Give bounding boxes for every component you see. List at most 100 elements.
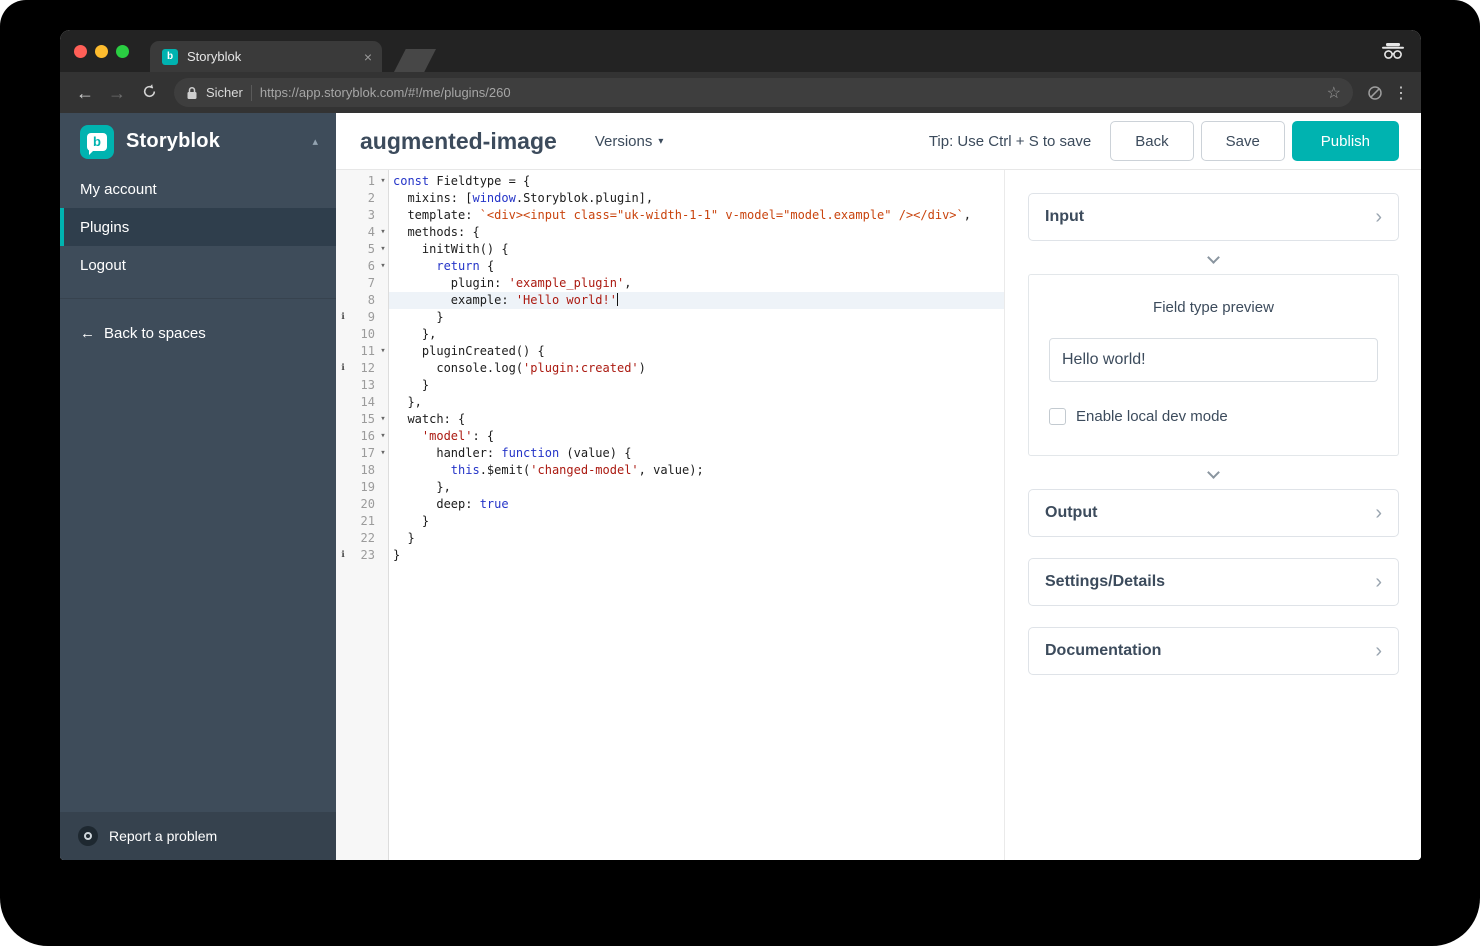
code-editor-rows: 1 ▾ const Fieldtype = {2 mixins: [window.S… xyxy=(336,173,1004,564)
code-line-text[interactable]: pluginCreated() { xyxy=(389,343,1004,360)
code-line-text[interactable]: }, xyxy=(389,326,1004,343)
back-button[interactable]: Back xyxy=(1110,121,1194,161)
line-number: 23 xyxy=(360,548,375,562)
editor-line[interactable]: 13 } xyxy=(336,377,1004,394)
editor-line[interactable]: 16 ▾ 'model': { xyxy=(336,428,1004,445)
editor-gutter-cell: 2 xyxy=(336,190,389,207)
code-line-text[interactable]: return { xyxy=(389,258,1004,275)
collapse-toggle[interactable] xyxy=(1028,456,1399,487)
code-line-text[interactable]: watch: { xyxy=(389,411,1004,428)
fold-arrow-icon[interactable]: ▾ xyxy=(377,428,389,445)
collapse-toggle[interactable] xyxy=(1028,241,1399,272)
back-to-spaces-link[interactable]: ← Back to spaces xyxy=(60,325,336,342)
code-line-text[interactable]: this.$emit('changed-model', value); xyxy=(389,462,1004,479)
browser-menu-icon[interactable]: ⋮ xyxy=(1393,83,1409,103)
browser-tab[interactable]: b Storyblok × xyxy=(150,41,382,72)
line-number: 16 xyxy=(360,429,375,443)
editor-line[interactable]: 14 }, xyxy=(336,394,1004,411)
feedback-icon xyxy=(78,826,98,846)
workarea: 1 ▾ const Fieldtype = {2 mixins: [window.S… xyxy=(336,170,1421,860)
editor-line[interactable]: ℹ9 } xyxy=(336,309,1004,326)
code-line-text[interactable]: } xyxy=(389,377,1004,394)
section-input[interactable]: Input › xyxy=(1028,193,1399,241)
tab-title: Storyblok xyxy=(187,49,242,64)
editor-line[interactable]: 17 ▾ handler: function (value) { xyxy=(336,445,1004,462)
browser-forward-icon[interactable]: → xyxy=(106,84,128,102)
editor-line[interactable]: ℹ 23} xyxy=(336,547,1004,564)
browser-toolbar: ← → Sicher https://app.storyblok.com/#!/… xyxy=(60,72,1421,113)
editor-line[interactable]: 6 ▾ return { xyxy=(336,258,1004,275)
editor-gutter-cell: 19 xyxy=(336,479,389,496)
minimize-window-button[interactable] xyxy=(95,45,108,58)
divider xyxy=(60,298,336,299)
brand[interactable]: b Storyblok ▴ xyxy=(60,113,336,170)
code-line-text[interactable]: } xyxy=(389,530,1004,547)
save-button[interactable]: Save xyxy=(1200,121,1285,161)
reload-icon[interactable] xyxy=(138,83,160,103)
editor-line[interactable]: 5 ▾ initWith() { xyxy=(336,241,1004,258)
code-line-text[interactable]: }, xyxy=(389,479,1004,496)
publish-button[interactable]: Publish xyxy=(1291,121,1399,161)
code-line-text[interactable]: deep: true xyxy=(389,496,1004,513)
report-problem-link[interactable]: Report a problem xyxy=(60,812,336,860)
code-line-text[interactable]: methods: { xyxy=(389,224,1004,241)
browser-back-icon[interactable]: ← xyxy=(74,84,96,102)
fold-arrow-icon[interactable]: ▾ xyxy=(377,173,389,190)
editor-gutter-cell: ℹ 12 xyxy=(336,360,389,377)
fold-arrow-icon[interactable]: ▾ xyxy=(377,258,389,275)
code-line-text[interactable]: } xyxy=(389,309,1004,326)
fold-arrow-icon[interactable]: ▾ xyxy=(377,343,389,360)
code-line-text[interactable]: }, xyxy=(389,394,1004,411)
fullscreen-window-button[interactable] xyxy=(116,45,129,58)
editor-line[interactable]: 19 }, xyxy=(336,479,1004,496)
code-line-text[interactable]: const Fieldtype = { xyxy=(389,173,1004,190)
editor-line[interactable]: 7 plugin: 'example_plugin', xyxy=(336,275,1004,292)
new-tab-button[interactable] xyxy=(394,49,436,72)
editor-line[interactable]: 20 deep: true xyxy=(336,496,1004,513)
editor-line[interactable]: 8 example: 'Hello world!' xyxy=(336,292,1004,309)
editor-line[interactable]: 2 mixins: [window.Storyblok.plugin], xyxy=(336,190,1004,207)
chevron-up-icon[interactable]: ▴ xyxy=(312,135,318,148)
editor-line[interactable]: ℹ 12 console.log('plugin:created') xyxy=(336,360,1004,377)
section-output[interactable]: Output › xyxy=(1028,489,1399,537)
code-editor[interactable]: 1 ▾ const Fieldtype = {2 mixins: [window.S… xyxy=(336,170,1004,860)
code-line-text[interactable]: console.log('plugin:created') xyxy=(389,360,1004,377)
editor-line[interactable]: 11 ▾ pluginCreated() { xyxy=(336,343,1004,360)
section-documentation[interactable]: Documentation › xyxy=(1028,627,1399,675)
fold-arrow-icon[interactable]: ▾ xyxy=(377,241,389,258)
code-line-text[interactable]: handler: function (value) { xyxy=(389,445,1004,462)
blocked-content-icon[interactable] xyxy=(1367,85,1383,101)
code-line-text[interactable]: } xyxy=(389,513,1004,530)
editor-line[interactable]: 10 }, xyxy=(336,326,1004,343)
address-bar[interactable]: Sicher https://app.storyblok.com/#!/me/p… xyxy=(174,78,1353,107)
fold-arrow-icon[interactable]: ▾ xyxy=(377,411,389,428)
editor-line[interactable]: 3 template: `<div><input class="uk-width… xyxy=(336,207,1004,224)
editor-line[interactable]: 15 ▾ watch: { xyxy=(336,411,1004,428)
section-settings-details[interactable]: Settings/Details › xyxy=(1028,558,1399,606)
code-line-text[interactable]: 'model': { xyxy=(389,428,1004,445)
sidebar-item-my-account[interactable]: My account xyxy=(60,170,336,208)
sidebar-item-logout[interactable]: Logout xyxy=(60,246,336,284)
fold-arrow-icon[interactable]: ▾ xyxy=(377,445,389,462)
editor-line[interactable]: 21 } xyxy=(336,513,1004,530)
bookmark-star-icon[interactable]: ☆ xyxy=(1327,83,1341,103)
line-number: 9 xyxy=(367,310,375,324)
code-line-text[interactable]: initWith() { xyxy=(389,241,1004,258)
dev-mode-checkbox[interactable] xyxy=(1049,408,1066,425)
code-line-text[interactable]: template: `<div><input class="uk-width-1… xyxy=(389,207,1004,224)
close-window-button[interactable] xyxy=(74,45,87,58)
code-line-text[interactable]: plugin: 'example_plugin', xyxy=(389,275,1004,292)
code-line-text[interactable]: mixins: [window.Storyblok.plugin], xyxy=(389,190,1004,207)
tab-close-icon[interactable]: × xyxy=(364,49,372,65)
editor-line[interactable]: 1 ▾ const Fieldtype = { xyxy=(336,173,1004,190)
fold-arrow-icon[interactable]: ▾ xyxy=(377,224,389,241)
code-line-text[interactable]: example: 'Hello world!' xyxy=(389,292,1004,309)
code-line-text[interactable]: } xyxy=(389,547,1004,564)
editor-line[interactable]: 4 ▾ methods: { xyxy=(336,224,1004,241)
editor-line[interactable]: 18 this.$emit('changed-model', value); xyxy=(336,462,1004,479)
editor-line[interactable]: 22 } xyxy=(336,530,1004,547)
sidebar-item-plugins[interactable]: Plugins xyxy=(60,208,336,246)
preview-input[interactable] xyxy=(1049,338,1378,382)
chevron-right-icon: › xyxy=(1375,502,1382,524)
versions-dropdown[interactable]: Versions ▾ xyxy=(595,133,664,150)
